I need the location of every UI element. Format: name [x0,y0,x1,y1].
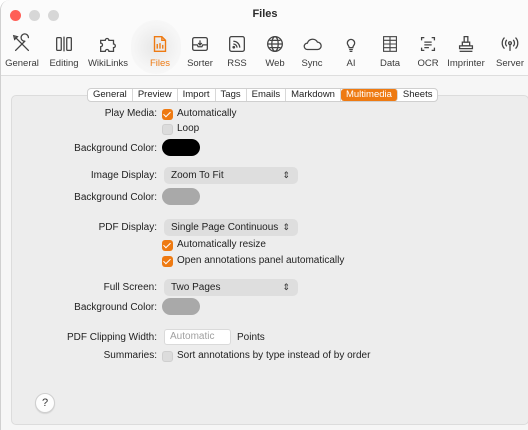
tab-bar: General Preview Import Tags Emails Markd… [87,88,439,102]
pdf-display-value: Single Page Continuous [171,222,279,233]
help-button[interactable]: ? [35,393,55,413]
loop-label: Loop [177,123,200,134]
toolbar-general[interactable]: General [1,33,45,75]
pdf-clipping-width-field[interactable]: Automatic [164,329,231,345]
open-annotations-label: Open annotations panel automatically [177,255,345,266]
media-background-color-well[interactable] [162,139,200,156]
image-display-popup[interactable]: Zoom To Fit ⇕ [164,167,298,184]
toolbar-label: General [5,58,39,69]
tab-sheets[interactable]: Sheets [398,89,438,101]
cloud-icon [303,38,322,51]
tab-markdown[interactable]: Markdown [286,89,341,101]
full-screen-label: Full Screen: [103,282,157,293]
pdf-clipping-placeholder: Automatic [170,331,215,342]
toolbar-server[interactable]: Server [487,33,528,75]
full-screen-popup[interactable]: Two Pages ⇕ [164,279,298,296]
toolbar-label: Editing [49,58,79,69]
toolbar-imprinter[interactable]: Imprinter [443,33,489,75]
preferences-window: Files General Editing WikiLinks Files So… [0,0,528,430]
toolbar-wikilinks[interactable]: WikiLinks [85,33,131,75]
sort-annotations-label: Sort annotations by type instead of by o… [177,350,371,361]
image-background-color-label: Background Color: [74,192,157,203]
full-screen-value: Two Pages [171,282,221,293]
pdf-display-label: PDF Display: [98,222,157,233]
media-background-color-label: Background Color: [74,143,157,154]
automatically-checkbox[interactable] [162,109,173,120]
rss-icon [229,36,245,52]
tray-arrow-icon [192,36,208,52]
tab-tags[interactable]: Tags [216,89,247,101]
toolbar-label: WikiLinks [87,58,129,69]
tab-general[interactable]: General [88,89,133,101]
full-screen-background-color-label: Background Color: [74,302,157,313]
open-annotations-checkbox[interactable] [162,256,173,267]
tools-icon [12,33,30,52]
summaries-label: Summaries: [103,350,157,361]
updown-chevron-icon: ⇕ [282,282,290,292]
image-display-label: Image Display: [90,170,157,181]
tab-import[interactable]: Import [178,89,216,101]
full-screen-background-color-well[interactable] [162,298,200,315]
toolbar-editing[interactable]: Editing [41,33,87,75]
globe-icon [267,36,283,52]
puzzle-icon [100,37,116,52]
toolbar: Files General Editing WikiLinks Files So… [1,0,528,76]
automatically-label: Automatically [177,108,237,119]
data-grid-icon [383,36,397,52]
auto-resize-checkbox[interactable] [162,240,173,251]
loop-checkbox[interactable] [162,124,173,135]
pdf-display-popup[interactable]: Single Page Continuous ⇕ [164,219,298,236]
lightbulb-icon [346,38,356,52]
updown-chevron-icon: ⇕ [282,222,290,232]
toolbar-label: Server [496,58,524,69]
toolbar-label: Imprinter [447,58,485,69]
auto-resize-label: Automatically resize [177,239,266,250]
files-icon [153,35,167,53]
tab-preview[interactable]: Preview [133,89,178,101]
image-background-color-well[interactable] [162,188,200,205]
image-display-value: Zoom To Fit [171,170,224,181]
points-unit-label: Points [237,332,265,343]
play-media-label: Play Media: [104,108,157,119]
ocr-scan-icon [420,36,436,52]
stamp-icon [458,36,474,52]
tab-emails[interactable]: Emails [247,89,287,101]
text-cursor-icon [56,36,72,52]
pdf-clipping-width-label: PDF Clipping Width: [66,332,157,343]
updown-chevron-icon: ⇕ [282,170,290,180]
tab-multimedia[interactable]: Multimedia [340,89,398,101]
sort-annotations-checkbox[interactable] [162,351,173,362]
window-title: Files [252,8,278,20]
broadcast-icon [501,37,519,51]
